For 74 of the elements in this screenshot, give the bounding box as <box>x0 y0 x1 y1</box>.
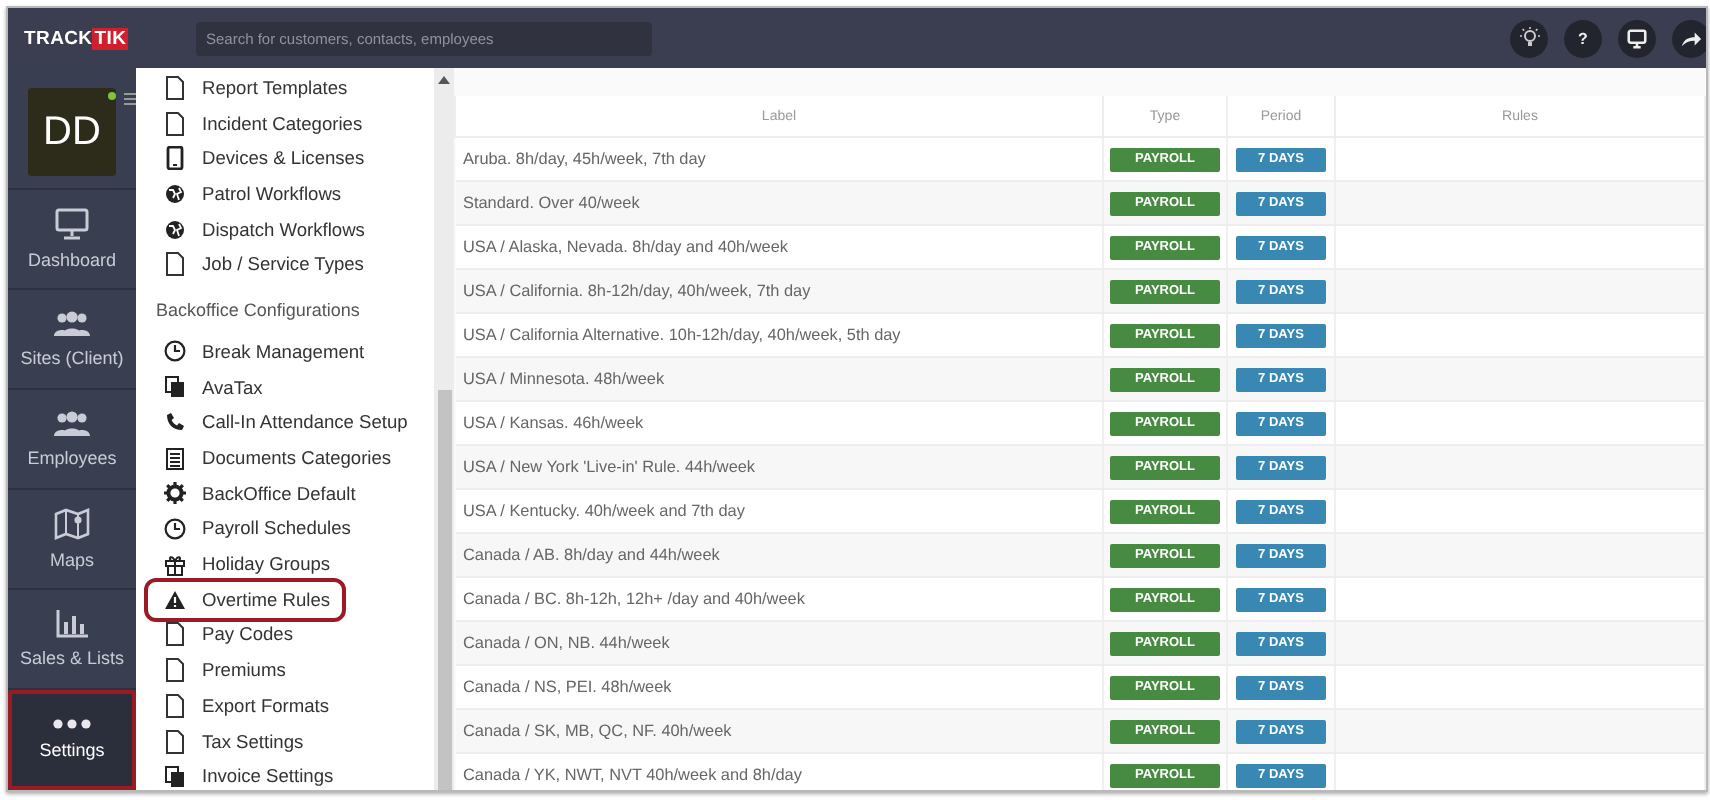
people-icon <box>52 410 92 438</box>
phone-icon <box>164 412 186 433</box>
page-icon <box>164 658 186 683</box>
table-cell: USA / California. 8h-12h/day, 40h/week, 7th day <box>455 269 1103 313</box>
nav-item[interactable]: Settings <box>8 690 136 790</box>
table-cell: Canada / SK, MB, QC, NF. 40h/week <box>455 709 1103 753</box>
gear-icon <box>164 482 186 505</box>
page-icon <box>164 252 186 277</box>
monitor-icon <box>1626 27 1648 49</box>
table-cell: USA / Kentucky. 40h/week and 7th day <box>455 489 1103 533</box>
menu-item[interactable]: Call-In Attendance Setup <box>156 405 420 441</box>
menu-item[interactable]: Overtime Rules <box>148 581 343 618</box>
gift-icon <box>164 553 186 576</box>
scrollbar-thumb[interactable] <box>437 390 451 790</box>
document-list-icon <box>164 447 186 470</box>
page-icon <box>164 75 186 100</box>
menu-item[interactable]: Report Templates <box>156 70 360 106</box>
table-cell: Canada / YK, NWT, NVT 40h/week and 8h/day <box>455 753 1103 790</box>
table-cell: USA / Kansas. 46h/week <box>455 401 1103 445</box>
menu-item[interactable]: Export Formats <box>156 688 342 724</box>
menu-item[interactable]: Invoice Settings <box>156 758 346 790</box>
page-icon <box>164 622 186 647</box>
globe-icon <box>164 219 186 240</box>
help-button[interactable]: ? <box>1564 19 1602 57</box>
lightbulb-button[interactable] <box>1510 19 1548 57</box>
table-cell: Canada / NS, PEI. 48h/week <box>455 665 1103 709</box>
menu-item[interactable]: Incident Categories <box>156 105 375 141</box>
menu-icon[interactable] <box>124 92 136 106</box>
scrollbar[interactable] <box>434 68 454 790</box>
scroll-up-icon[interactable] <box>438 76 450 84</box>
table-cell: USA / Minnesota. 48h/week <box>455 357 1103 401</box>
avatar[interactable]: DD <box>28 88 116 176</box>
clock-icon <box>164 517 186 540</box>
menu-item[interactable]: Dispatch Workflows <box>156 211 377 247</box>
warning-icon <box>164 589 186 610</box>
page-icon <box>164 111 186 136</box>
share-button[interactable] <box>1672 19 1706 57</box>
table-cell: Canada / BC. 8h-12h, 12h+ /day and 40h/week <box>455 577 1103 621</box>
more-icon <box>52 718 92 730</box>
lightbulb-icon <box>1517 26 1541 50</box>
page-icon <box>164 693 186 718</box>
share-icon <box>1680 27 1702 49</box>
table-cell: Standard. Over 40/week <box>455 181 1103 225</box>
map-icon <box>54 508 90 540</box>
clock-icon <box>164 340 186 363</box>
copy-icon <box>164 376 186 399</box>
menu-item[interactable]: Job / Service Types <box>156 246 376 283</box>
menu-item[interactable]: Pay Codes <box>156 617 305 653</box>
menu-item[interactable]: Devices & Licenses <box>156 140 377 177</box>
table-cell: Aruba. 8h/day, 45h/week, 7th day <box>455 137 1103 181</box>
menu-item[interactable]: Patrol Workflows <box>156 176 354 212</box>
menu-item[interactable]: BackOffice Default <box>156 475 368 512</box>
copy-icon <box>164 765 186 788</box>
table-cell: Canada / ON, NB. 44h/week <box>455 621 1103 665</box>
page-icon <box>164 729 186 754</box>
menu-item[interactable]: Holiday Groups <box>156 546 343 582</box>
monitor-icon <box>54 208 90 240</box>
logo: TRACKTIK <box>24 27 131 49</box>
globe-icon <box>164 183 186 204</box>
table-cell: USA / California Alternative. 10h-12h/day, 40h/week, 5th day <box>455 313 1103 357</box>
menu-item[interactable]: Documents Categories <box>156 440 404 476</box>
monitor-button[interactable] <box>1618 19 1656 57</box>
menu-item[interactable]: Payroll Schedules <box>156 511 363 547</box>
menu-item[interactable]: Break Management <box>156 334 377 370</box>
menu-item[interactable]: Tax Settings <box>156 723 316 759</box>
menu-item[interactable]: Premiums <box>156 652 298 688</box>
people-icon <box>52 310 92 338</box>
section-heading: Backoffice Configurations <box>156 298 362 325</box>
table-cell: USA / New York 'Live-in' Rule. 44h/week <box>455 445 1103 489</box>
menu-item[interactable]: AvaTax <box>156 369 275 405</box>
tablet-icon <box>164 146 186 171</box>
bar-chart-icon <box>56 610 88 638</box>
table-cell: Canada / AB. 8h/day and 44h/week <box>455 533 1103 577</box>
table-cell: USA / Alaska, Nevada. 8h/day and 40h/week <box>455 225 1103 269</box>
